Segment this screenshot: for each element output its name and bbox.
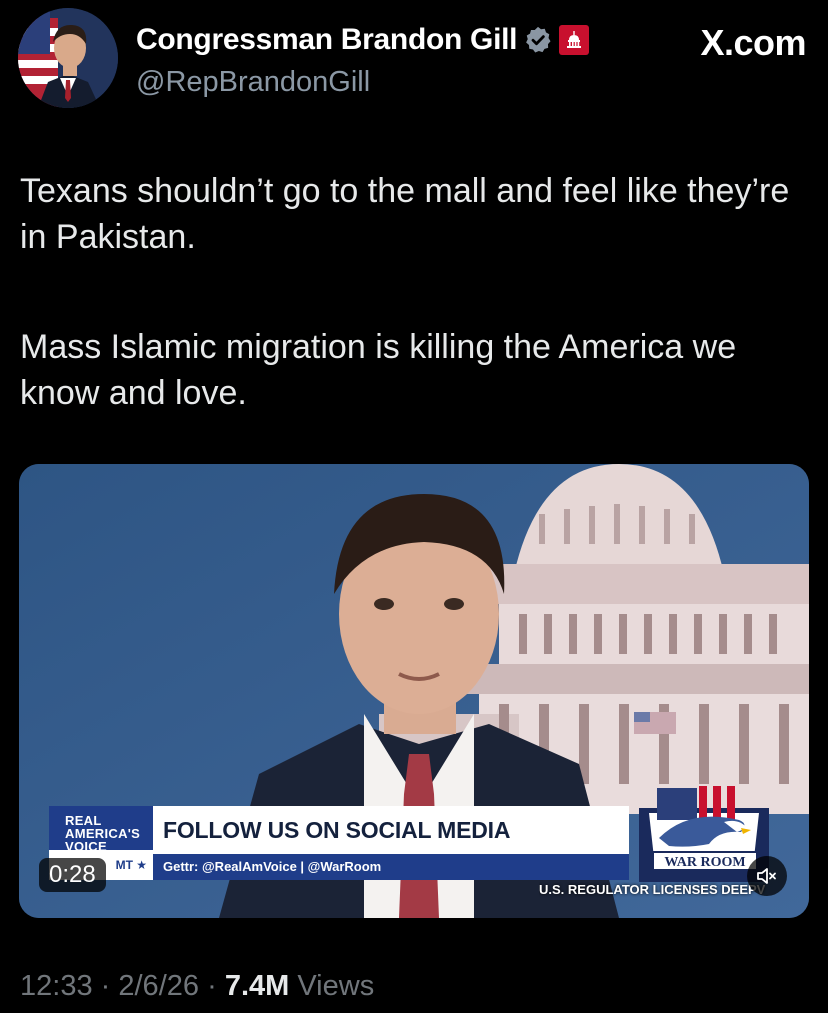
meta-separator: · [207,970,217,1002]
headline-bar: FOLLOW US ON SOCIAL MEDIA [153,806,629,854]
avatar[interactable] [18,8,118,108]
svg-text:WAR ROOM: WAR ROOM [664,855,745,870]
avatar-image [18,8,118,108]
views-label: Views [297,970,375,1002]
author-name-row: Congressman Brandon Gill [136,20,590,60]
video-duration: 0:28 [39,858,106,892]
views-count: 7.4M [224,970,290,1002]
verified-badge-icon [526,26,551,53]
site-brand: X.com [700,22,806,63]
broadcast-lower-third: REAL AMERICA'S VOICE MT ★ FOLLOW US ON S… [49,786,779,884]
tweet-meta: 12:33 · 2/6/26 · 7.4M Views [20,970,374,1003]
tweet-time[interactable]: 12:33 [20,970,93,1002]
tweet-text: Texans shouldn’t go to the mall and feel… [20,168,810,480]
author-handle[interactable]: @RepBrandonGill [136,66,370,99]
author-display-name[interactable]: Congressman Brandon Gill [136,23,518,57]
tweet-paragraph: Texans shouldn’t go to the mall and feel… [20,172,790,256]
tweet-date[interactable]: 2/6/26 [118,970,199,1002]
video-player[interactable]: REAL AMERICA'S VOICE MT ★ FOLLOW US ON S… [19,464,809,918]
mute-button[interactable] [747,856,787,896]
meta-separator: · [100,970,111,1002]
social-handles-bar: Gettr: @RealAmVoice | @WarRoom [153,854,629,880]
tweet-paragraph: Mass Islamic migration is killing the Am… [20,328,737,412]
capitol-icon [559,25,590,55]
tweet-header: Congressman Brandon Gill @RepBrandonGill… [18,8,818,112]
speaker-muted-icon [757,868,776,884]
headline-text: FOLLOW US ON SOCIAL MEDIA [163,816,511,843]
